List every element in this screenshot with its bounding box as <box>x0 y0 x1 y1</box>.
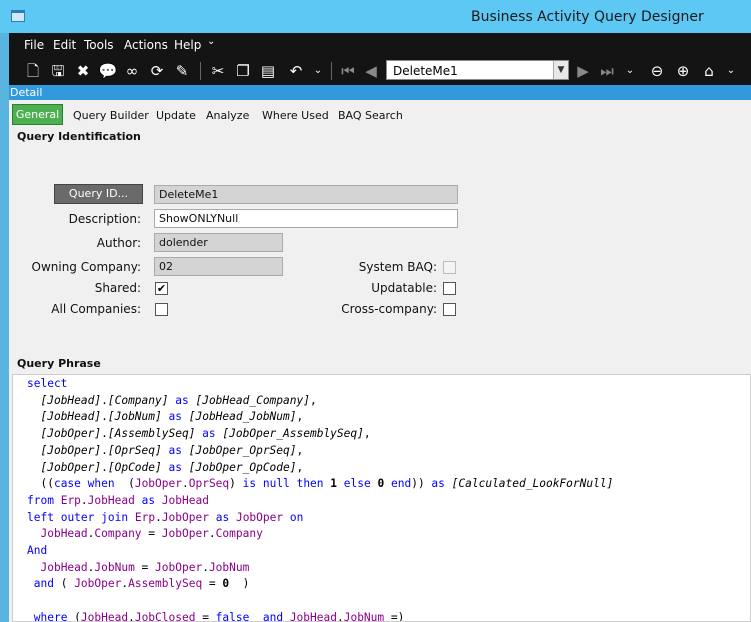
forward-icon[interactable]: ⊕ <box>673 61 693 81</box>
link-icon[interactable]: ∞ <box>122 61 142 81</box>
tab-baq-search[interactable]: BAQ Search <box>338 109 403 122</box>
detail-label: Detail <box>10 86 43 99</box>
next-record-icon[interactable]: ▶ <box>573 61 593 81</box>
toolbar-overflow-icon[interactable]: ⌄ <box>308 61 328 81</box>
code-line: where (JobHead.JobClosed = false and Job… <box>33 610 405 622</box>
code-line: left outer join Erp.JobOper as JobOper o… <box>27 510 304 524</box>
tab-update[interactable]: Update <box>156 109 196 122</box>
cross-company-checkbox[interactable] <box>443 303 456 316</box>
toolbar-separator <box>331 62 332 80</box>
toolbar: 🗋 🖫 ✖ 💬 ∞ ⟳ ✎ ✂ ❐ ▤ ↶ ⌄ ⏮ ◀ DeleteMe1 ▼ … <box>9 57 751 85</box>
title-bar: Business Activity Query Designer <box>0 0 751 33</box>
toolbar-separator <box>200 62 201 80</box>
query-identification-title: Query Identification <box>17 130 141 143</box>
query-phrase-editor[interactable]: select [JobHead].[Company] as [JobHead_C… <box>12 374 751 622</box>
cut-icon[interactable]: ✂ <box>208 61 228 81</box>
back-icon[interactable]: ⊖ <box>647 61 667 81</box>
code-line: ((case when (JobOper.OprSeq) is null the… <box>27 477 614 491</box>
code-line: from Erp.JobHead as JobHead <box>27 493 209 507</box>
menu-help[interactable]: Help <box>174 38 201 52</box>
save-icon[interactable]: 🖫 <box>48 61 68 81</box>
code-line: JobHead.Company = JobOper.Company <box>40 527 263 541</box>
shared-label: Shared: <box>94 281 141 295</box>
menu-overflow-icon[interactable]: ⌄ <box>207 36 215 47</box>
nav-overflow-icon[interactable]: ⌄ <box>620 61 640 81</box>
shared-checkbox[interactable]: ✔ <box>155 282 168 295</box>
chat-icon[interactable]: 💬 <box>98 61 118 81</box>
tab-strip: General Query Builder Update Analyze Whe… <box>9 100 751 128</box>
window-title: Business Activity Query Designer <box>471 9 704 25</box>
clear-icon[interactable]: ✎ <box>172 61 192 81</box>
home-icon[interactable]: ⌂ <box>699 61 719 81</box>
tab-general[interactable]: General <box>12 104 63 125</box>
previous-record-icon[interactable]: ◀ <box>361 61 381 81</box>
code-line: [JobOper].[OpCode] as [JobOper_OpCode], <box>40 460 304 474</box>
menu-bar: File Edit Tools Actions Help ⌄ <box>9 33 751 57</box>
description-field[interactable]: ShowONLYNull <box>154 209 458 228</box>
code-line: And <box>27 544 48 558</box>
author-label: Author: <box>96 236 141 250</box>
all-companies-label: All Companies: <box>51 302 141 316</box>
author-field[interactable]: dolender <box>154 233 283 252</box>
owning-company-field[interactable]: 02 <box>154 257 283 276</box>
paste-icon[interactable]: ▤ <box>258 61 278 81</box>
main-window: File Edit Tools Actions Help ⌄ 🗋 🖫 ✖ 💬 ∞… <box>9 33 751 622</box>
code-line: [JobOper].[AssemblySeq] as [JobOper_Asse… <box>40 427 371 441</box>
system-baq-checkbox[interactable] <box>443 261 456 274</box>
more-overflow-icon[interactable]: ⌄ <box>721 61 741 81</box>
code-line: select <box>27 377 68 390</box>
system-baq-label: System BAQ: <box>358 260 437 274</box>
updatable-checkbox[interactable] <box>443 282 456 295</box>
menu-file[interactable]: File <box>24 38 44 52</box>
menu-tools[interactable]: Tools <box>84 38 114 52</box>
app-icon <box>11 10 25 22</box>
query-phrase-title: Query Phrase <box>17 357 101 370</box>
menu-actions[interactable]: Actions <box>124 38 168 52</box>
chevron-down-icon[interactable]: ▼ <box>553 61 568 79</box>
tab-query-builder[interactable]: Query Builder <box>73 109 149 122</box>
all-companies-checkbox[interactable] <box>155 303 168 316</box>
cross-company-label: Cross-company: <box>341 302 437 316</box>
query-id-field[interactable]: DeleteMe1 <box>154 185 458 204</box>
query-id-button[interactable]: Query ID... <box>54 184 143 204</box>
refresh-icon[interactable]: ⟳ <box>147 61 167 81</box>
record-selector-value: DeleteMe1 <box>393 64 458 78</box>
description-label: Description: <box>68 212 141 226</box>
code-line: and ( JobOper.AssemblySeq = 0 ) <box>33 577 250 591</box>
detail-bar: Detail <box>9 85 751 100</box>
code-line: JobHead.JobNum = JobOper.JobNum <box>40 560 250 574</box>
menu-edit[interactable]: Edit <box>53 38 76 52</box>
code-line: [JobOper].[OprSeq] as [JobOper_OprSeq], <box>40 443 304 457</box>
record-selector[interactable]: DeleteMe1 ▼ <box>386 60 569 80</box>
owning-company-label: Owning Company: <box>31 260 142 274</box>
delete-icon[interactable]: ✖ <box>73 61 93 81</box>
last-record-icon[interactable]: ⏭ <box>597 61 617 81</box>
general-panel: Query Identification Query ID... DeleteM… <box>9 128 751 622</box>
new-icon[interactable]: 🗋 <box>23 61 43 81</box>
code-line: [JobHead].[Company] as [JobHead_Company]… <box>40 393 317 407</box>
first-record-icon[interactable]: ⏮ <box>338 61 358 81</box>
undo-icon[interactable]: ↶ <box>286 61 306 81</box>
updatable-label: Updatable: <box>371 281 437 295</box>
tab-analyze[interactable]: Analyze <box>206 109 249 122</box>
copy-icon[interactable]: ❐ <box>233 61 253 81</box>
code-line: [JobHead].[JobNum] as [JobHead_JobNum], <box>40 410 304 424</box>
checkmark-icon: ✔ <box>156 282 167 295</box>
query-phrase-code: select [JobHead].[Company] as [JobHead_C… <box>27 376 614 622</box>
tab-where-used[interactable]: Where Used <box>262 109 329 122</box>
